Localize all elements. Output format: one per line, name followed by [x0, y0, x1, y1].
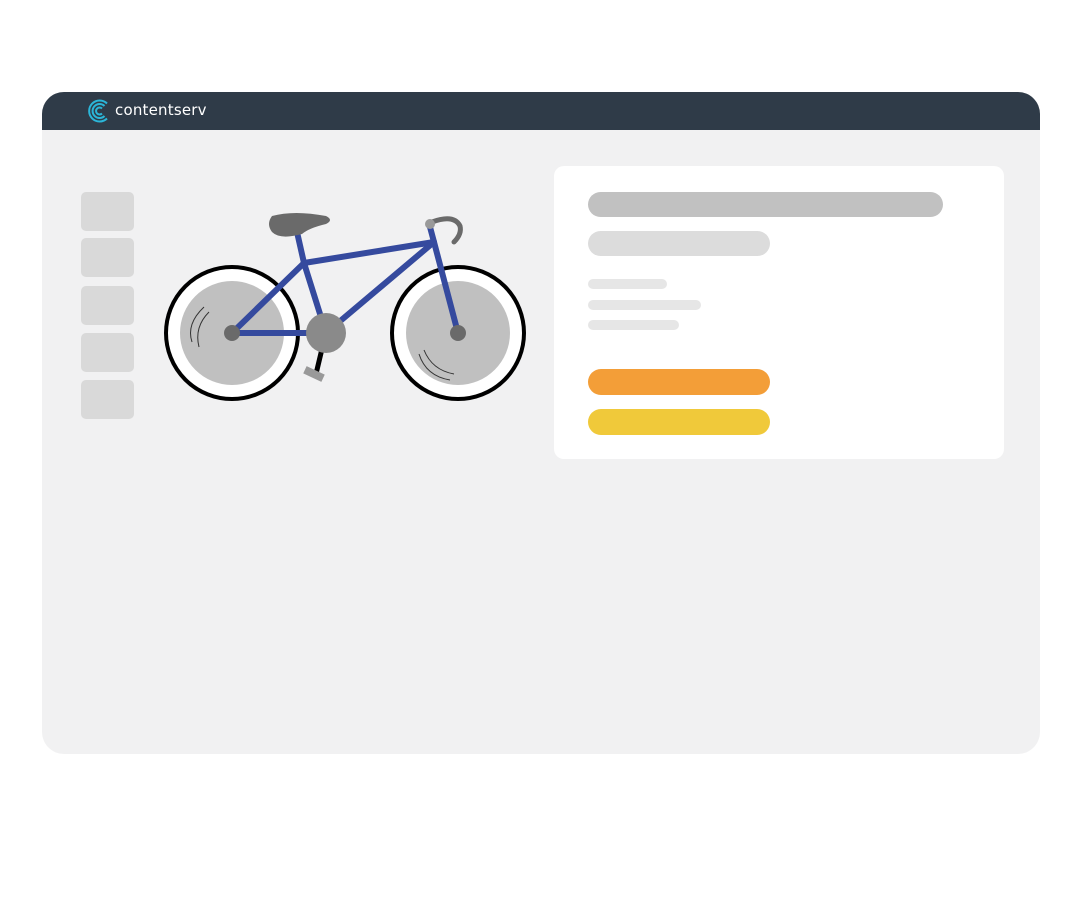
description-line [588, 320, 679, 330]
description-line [588, 300, 701, 310]
product-details-panel [554, 166, 1004, 459]
handlebar-stem [425, 219, 435, 229]
bike-seat [269, 213, 330, 237]
thumbnail-2[interactable] [81, 238, 134, 277]
description-line [588, 279, 667, 289]
thumbnail-5[interactable] [81, 380, 134, 419]
thumbnail-3[interactable] [81, 286, 134, 325]
chainring [306, 313, 346, 353]
brand-logo[interactable]: contentserv [86, 97, 207, 125]
bicycle-product-image [164, 213, 526, 401]
handlebar [429, 216, 463, 245]
secondary-action-button[interactable] [588, 409, 770, 435]
contentserv-logo-icon [88, 99, 108, 123]
primary-action-button[interactable] [588, 369, 770, 395]
thumbnail-1[interactable] [81, 192, 134, 231]
product-title-placeholder [588, 192, 943, 217]
pedal [303, 366, 325, 382]
product-subtitle-placeholder [588, 231, 770, 256]
rear-hub [224, 325, 240, 341]
thumbnail-4[interactable] [81, 333, 134, 372]
front-hub [450, 325, 466, 341]
title-bar: contentserv [42, 92, 1040, 130]
app-window: contentserv [42, 92, 1040, 754]
brand-name: contentserv [115, 101, 207, 119]
